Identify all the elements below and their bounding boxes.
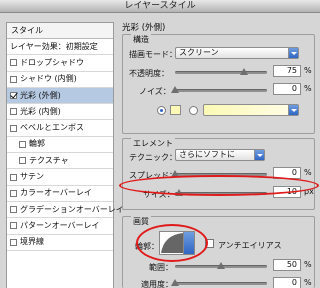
- sidebar-item-label: ドロップシャドウ: [20, 57, 84, 67]
- noise-input[interactable]: 0: [273, 83, 301, 95]
- opacity-input[interactable]: 75: [273, 65, 301, 77]
- elements-title: エレメント: [131, 138, 175, 149]
- technique-value: さらにソフトに: [179, 150, 235, 159]
- sidebar-item[interactable]: ドロップシャドウ: [7, 55, 113, 72]
- sidebar-item[interactable]: 光彩 (内側): [7, 104, 113, 121]
- effect-checkbox[interactable]: [10, 238, 17, 246]
- sidebar-item-label: カラーオーバーレイ: [20, 188, 92, 198]
- range-unit: %: [304, 260, 312, 269]
- noise-slider[interactable]: [171, 86, 267, 93]
- sidebar-item-label: シャドウ (内側): [20, 74, 77, 84]
- sidebar-item[interactable]: ベベルとエンボス: [7, 120, 113, 137]
- color-radio[interactable]: [157, 106, 166, 115]
- annotation-ellipse-contour: [136, 224, 208, 262]
- sidebar-item[interactable]: 輪郭: [7, 137, 113, 154]
- effect-checkbox[interactable]: [10, 124, 17, 132]
- window-title: レイヤースタイル: [0, 0, 320, 13]
- sidebar-header[interactable]: スタイル: [7, 23, 113, 39]
- spread-unit: %: [304, 168, 312, 177]
- sidebar-item-label: サテン: [20, 172, 44, 182]
- effect-panel: 光彩 (外側) 構造 描画モード： スクリーン 不透明度： 75 % ノイズ： …: [119, 14, 320, 288]
- sidebar-item-label: 境界線: [20, 237, 44, 247]
- structure-title: 構造: [131, 34, 151, 45]
- noise-slider-thumb[interactable]: [171, 86, 179, 93]
- noise-label: ノイズ：: [139, 87, 171, 96]
- effect-checkbox[interactable]: [10, 75, 17, 83]
- noise-unit: %: [304, 84, 312, 93]
- blend-mode-select[interactable]: スクリーン: [175, 47, 299, 59]
- gradient-radio[interactable]: [189, 106, 198, 115]
- sidebar-item-label: ベベルとエンボス: [20, 123, 84, 133]
- blend-mode-value: スクリーン: [179, 48, 219, 57]
- sidebar-item-label: グラデーションオーバーレイ: [20, 204, 124, 214]
- opacity-unit: %: [304, 66, 312, 75]
- layer-style-window: レイヤースタイル スタイル レイヤー効果：初期設定 ドロップシャドウ シャドウ (…: [0, 0, 320, 288]
- sidebar-item-label: レイヤー効果：初期設定: [10, 41, 98, 51]
- effect-checkbox[interactable]: [10, 206, 17, 214]
- range-slider-thumb[interactable]: [217, 262, 225, 269]
- chevron-down-icon: [254, 150, 264, 160]
- jitter-input[interactable]: 0: [273, 277, 301, 288]
- sidebar-item-label: 光彩 (内側): [20, 106, 61, 116]
- effect-checkbox[interactable]: [10, 189, 17, 197]
- range-input[interactable]: 50: [273, 259, 301, 271]
- jitter-slider-thumb[interactable]: [171, 279, 179, 286]
- sidebar-item-label: パターンオーバーレイ: [20, 220, 100, 230]
- blend-mode-label: 描画モード：: [129, 50, 177, 59]
- opacity-label: 不透明度：: [129, 69, 169, 78]
- jitter-slider[interactable]: [171, 279, 267, 286]
- effect-checkbox[interactable]: [10, 108, 17, 116]
- effect-checkbox[interactable]: [10, 222, 17, 230]
- structure-group: 構造 描画モード： スクリーン 不透明度： 75 % ノイズ： 0 %: [122, 34, 315, 134]
- effect-checkbox[interactable]: [10, 59, 17, 67]
- sidebar-item-blending-options[interactable]: レイヤー効果：初期設定: [7, 39, 113, 56]
- sidebar-item[interactable]: サテン: [7, 169, 113, 186]
- antialias-label: アンチエイリアス: [218, 241, 282, 250]
- range-slider[interactable]: [175, 262, 267, 269]
- chevron-down-icon: [288, 105, 298, 115]
- sidebar-effects-list: ドロップシャドウ シャドウ (内側) 光彩 (外側) 光彩 (内側) ベベルとエンボス輪…: [7, 55, 124, 251]
- effect-checkbox[interactable]: [19, 157, 26, 165]
- jitter-label: 適用度：: [141, 280, 173, 288]
- effect-checkbox[interactable]: [10, 92, 17, 100]
- elements-group: エレメント テクニック： さらにソフトに スプレッド： 0 % サイズ： 10 …: [122, 138, 315, 210]
- opacity-slider-thumb[interactable]: [240, 68, 248, 75]
- sidebar-item[interactable]: カラーオーバーレイ: [7, 186, 113, 202]
- sidebar-item-label: 光彩 (外側): [20, 90, 61, 100]
- sidebar-item[interactable]: テクスチャ: [7, 153, 113, 170]
- sidebar-item[interactable]: シャドウ (内側): [7, 72, 113, 88]
- glow-color-swatch[interactable]: [170, 105, 181, 115]
- gradient-picker[interactable]: [203, 104, 299, 116]
- sidebar-item-label: テクスチャ: [29, 155, 69, 165]
- effect-checkbox[interactable]: [19, 140, 26, 148]
- jitter-unit: %: [304, 278, 312, 287]
- panel-title: 光彩 (外側): [122, 23, 166, 33]
- technique-label: テクニック：: [129, 153, 177, 162]
- annotation-ellipse-size: [119, 175, 319, 196]
- range-label: 範囲：: [149, 263, 173, 272]
- technique-select[interactable]: さらにソフトに: [175, 149, 265, 161]
- sidebar-item[interactable]: 光彩 (外側): [7, 87, 113, 105]
- effect-checkbox[interactable]: [10, 173, 17, 181]
- sidebar-item[interactable]: 境界線: [7, 235, 113, 251]
- chevron-down-icon: [288, 48, 298, 58]
- style-sidebar: スタイル レイヤー効果：初期設定 ドロップシャドウ シャドウ (内側) 光彩 (外側…: [6, 22, 124, 288]
- quality-title: 画質: [131, 216, 151, 227]
- sidebar-item[interactable]: パターンオーバーレイ: [7, 218, 113, 235]
- opacity-slider[interactable]: [175, 68, 267, 75]
- sidebar-item-label: 輪郭: [29, 139, 45, 149]
- sidebar-item[interactable]: グラデーションオーバーレイ: [7, 202, 124, 219]
